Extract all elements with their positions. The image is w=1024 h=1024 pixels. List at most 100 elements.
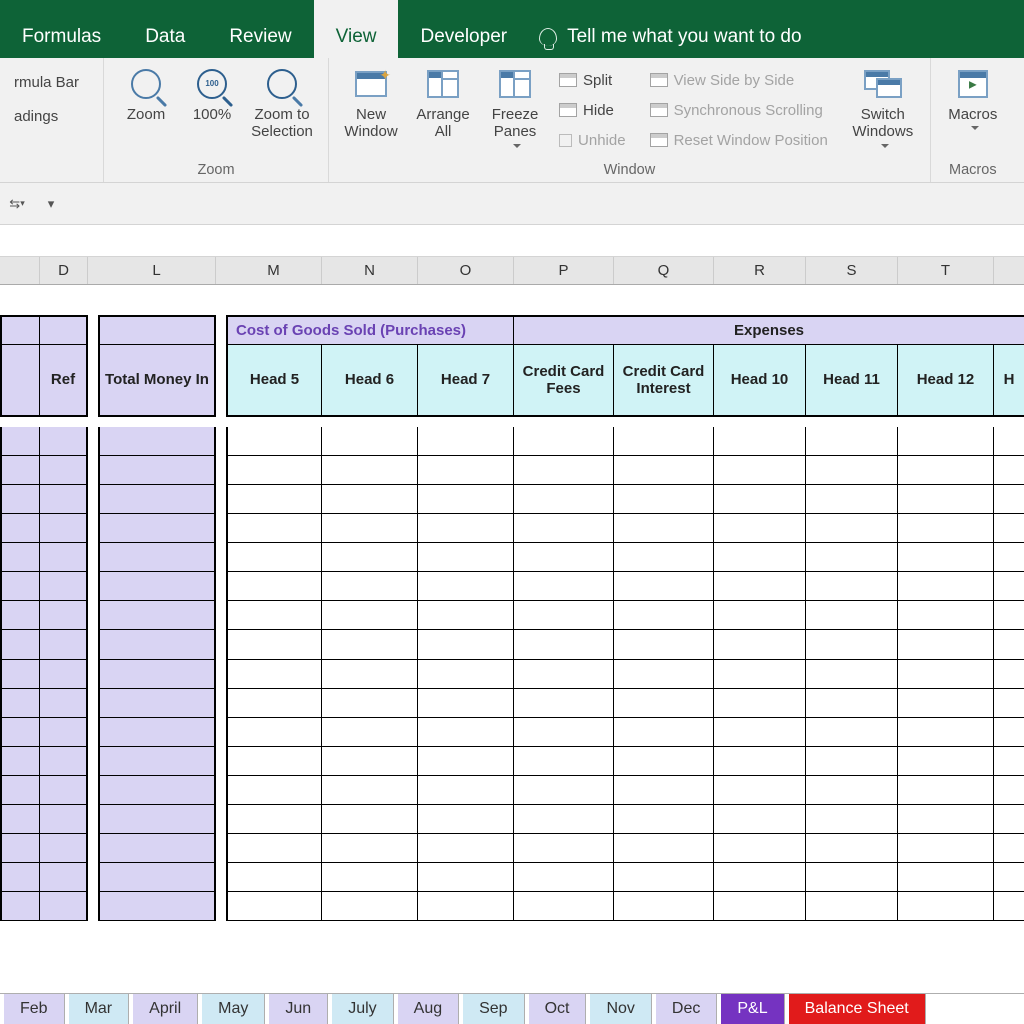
cell[interactable] xyxy=(98,776,216,805)
cell[interactable] xyxy=(418,427,514,456)
cell[interactable] xyxy=(806,776,898,805)
cell[interactable] xyxy=(226,863,322,892)
cell[interactable] xyxy=(898,689,994,718)
zoom-to-selection-button[interactable]: Zoom toSelection xyxy=(244,62,320,145)
cell[interactable] xyxy=(226,543,322,572)
cell[interactable] xyxy=(322,805,418,834)
cell[interactable] xyxy=(806,863,898,892)
cell[interactable] xyxy=(216,514,226,543)
cell[interactable] xyxy=(0,543,40,572)
cell[interactable] xyxy=(806,543,898,572)
cell[interactable] xyxy=(322,863,418,892)
cell[interactable] xyxy=(0,718,40,747)
cell[interactable] xyxy=(614,834,714,863)
sheet-tab-april[interactable]: April xyxy=(133,994,198,1024)
cell[interactable] xyxy=(40,805,88,834)
cell[interactable] xyxy=(614,456,714,485)
cell[interactable] xyxy=(226,805,322,834)
cell[interactable] xyxy=(614,776,714,805)
sheet-tab-p-l[interactable]: P&L xyxy=(721,994,784,1024)
col-header-P[interactable]: P xyxy=(514,257,614,284)
cell[interactable] xyxy=(418,630,514,659)
cell[interactable] xyxy=(614,572,714,601)
cell[interactable] xyxy=(514,601,614,630)
col-header-blank[interactable] xyxy=(0,257,40,284)
cell[interactable] xyxy=(714,776,806,805)
cell[interactable] xyxy=(322,834,418,863)
cell[interactable] xyxy=(216,834,226,863)
cell[interactable] xyxy=(0,863,40,892)
col-header-M[interactable]: M xyxy=(226,257,322,284)
cell[interactable] xyxy=(806,805,898,834)
cell[interactable] xyxy=(226,776,322,805)
cell[interactable] xyxy=(98,572,216,601)
cell[interactable] xyxy=(514,660,614,689)
cell[interactable] xyxy=(806,630,898,659)
ribbon-tab-view[interactable]: View xyxy=(314,0,399,58)
cell[interactable] xyxy=(614,892,714,921)
cell[interactable] xyxy=(98,485,216,514)
col-header-D[interactable]: D xyxy=(40,257,88,284)
sheet-tab-feb[interactable]: Feb xyxy=(4,994,65,1024)
cell[interactable] xyxy=(614,601,714,630)
cell[interactable] xyxy=(0,601,40,630)
cell[interactable] xyxy=(322,776,418,805)
cell[interactable] xyxy=(88,747,98,776)
cell[interactable] xyxy=(806,485,898,514)
cell[interactable] xyxy=(216,863,226,892)
ribbon-tab-review[interactable]: Review xyxy=(207,0,313,58)
cell[interactable] xyxy=(714,630,806,659)
sheet-tab-nov[interactable]: Nov xyxy=(590,994,651,1024)
cell[interactable] xyxy=(216,805,226,834)
cell[interactable] xyxy=(226,718,322,747)
cell[interactable] xyxy=(88,601,98,630)
cell[interactable] xyxy=(514,514,614,543)
cell[interactable] xyxy=(88,805,98,834)
col-header-R[interactable]: R xyxy=(714,257,806,284)
cell[interactable] xyxy=(994,630,1024,659)
cell[interactable] xyxy=(806,514,898,543)
cell[interactable] xyxy=(994,689,1024,718)
cell[interactable] xyxy=(994,776,1024,805)
cell[interactable] xyxy=(98,630,216,659)
cell[interactable] xyxy=(0,892,40,921)
cell[interactable] xyxy=(714,689,806,718)
cell[interactable] xyxy=(614,660,714,689)
cell[interactable] xyxy=(898,601,994,630)
cell[interactable] xyxy=(216,601,226,630)
cell[interactable] xyxy=(714,485,806,514)
cell[interactable] xyxy=(418,747,514,776)
cell[interactable] xyxy=(806,718,898,747)
cell[interactable] xyxy=(40,543,88,572)
cell[interactable] xyxy=(216,630,226,659)
cell[interactable] xyxy=(226,485,322,514)
cell[interactable] xyxy=(226,456,322,485)
cell[interactable] xyxy=(714,456,806,485)
cell[interactable] xyxy=(40,689,88,718)
cell[interactable] xyxy=(98,718,216,747)
cell[interactable] xyxy=(0,514,40,543)
cell[interactable] xyxy=(0,572,40,601)
cell[interactable] xyxy=(898,747,994,776)
data-grid[interactable] xyxy=(0,427,1024,921)
col-header-O[interactable]: O xyxy=(418,257,514,284)
cell[interactable] xyxy=(88,718,98,747)
formula-bar-area[interactable] xyxy=(0,225,1024,257)
cell[interactable] xyxy=(714,805,806,834)
cell[interactable] xyxy=(40,456,88,485)
cell[interactable] xyxy=(614,543,714,572)
cell[interactable] xyxy=(322,892,418,921)
cell[interactable] xyxy=(994,747,1024,776)
cell[interactable] xyxy=(216,776,226,805)
cell[interactable] xyxy=(614,689,714,718)
cell[interactable] xyxy=(994,572,1024,601)
cell[interactable] xyxy=(88,834,98,863)
sheet-tab-jun[interactable]: Jun xyxy=(269,994,328,1024)
cell[interactable] xyxy=(88,514,98,543)
split-button[interactable]: Split xyxy=(553,66,632,94)
sheet-tab-dec[interactable]: Dec xyxy=(656,994,717,1024)
cell[interactable] xyxy=(0,630,40,659)
cell[interactable] xyxy=(714,863,806,892)
qat-item[interactable]: ⇆▾ xyxy=(6,193,28,215)
cell[interactable] xyxy=(714,543,806,572)
